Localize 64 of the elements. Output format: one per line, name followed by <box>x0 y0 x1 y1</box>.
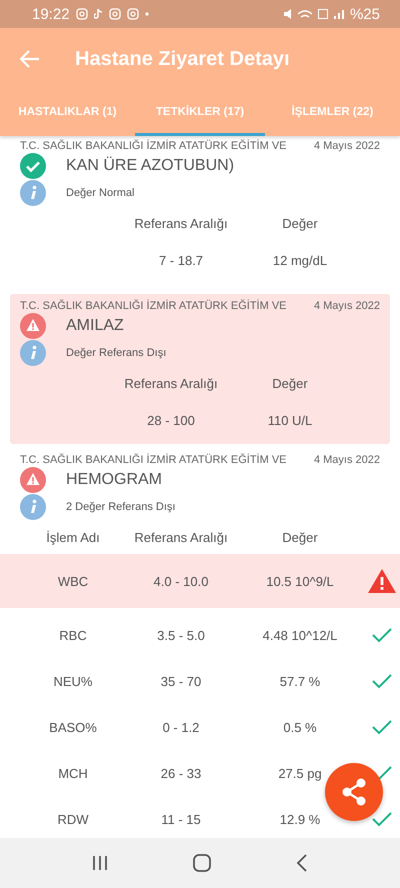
table-cell-text: 3.5 - 5.0 <box>156 628 206 642</box>
institution-name: T.C. SAĞLIK BAKANLIĞI İZMİR ATATÜRK EĞİTİM VE <box>20 140 286 152</box>
table-cell-text: 27.5 pg <box>277 766 323 780</box>
status-time: 19:22 <box>32 6 70 22</box>
camera-app-icon <box>76 8 88 20</box>
info-icon <box>20 494 46 520</box>
dot-icon <box>144 12 149 16</box>
column-header: Değer <box>271 376 309 390</box>
table-cell-text: 4.0 - 10.0 <box>152 574 210 588</box>
table-cell-text: 10.5 10^9/L <box>265 574 335 588</box>
result-note: Değer Referans Dışı <box>66 347 166 359</box>
tab[interactable]: HASTALIKLAR (1) <box>0 90 135 136</box>
table-cell-text: 4.48 10^12/L <box>262 628 338 642</box>
result-value: 110 U/L <box>266 412 314 428</box>
network-icon <box>318 9 328 19</box>
table-cell-text: 11 - 15 <box>160 812 202 826</box>
institution-name: T.C. SAĞLIK BAKANLIĞI İZMİR ATATÜRK EĞİTİM VE <box>20 454 286 466</box>
table-cell-text: 0 - 1.2 <box>162 720 200 734</box>
result-value: 12 mg/dL <box>272 252 328 268</box>
table-cell-text: 26 - 33 <box>160 766 202 780</box>
test-name: KAN ÜRE AZOTUBUN) <box>66 157 234 175</box>
info-icon <box>20 180 46 206</box>
share-icon <box>341 778 367 806</box>
table-cell-text: WBC <box>56 574 90 588</box>
column-header: Değer <box>281 530 319 544</box>
reference-range: 7 - 18.7 <box>158 252 204 268</box>
table-cell-text: 12.9 % <box>278 812 322 826</box>
test-name: HEMOGRAM <box>66 471 162 489</box>
table-cell-text: 0.5 % <box>282 720 318 734</box>
column-header: İşlem Adı <box>45 530 101 544</box>
institution-name: T.C. SAĞLIK BAKANLIĞI İZMİR ATATÜRK EĞİTİM VE <box>20 300 286 312</box>
recent-apps-icon[interactable] <box>92 855 108 871</box>
column-header: Referans Aralığı <box>133 216 229 230</box>
table-cell-text: 57.7 % <box>278 674 322 688</box>
camera-app-icon <box>108 8 121 20</box>
table-cell-text: RDW <box>56 812 90 826</box>
wifi-icon <box>298 10 312 18</box>
tab[interactable]: TETKİKLER (17) <box>135 90 265 136</box>
result-note: Değer Normal <box>66 187 134 199</box>
table-cell-text: NEU% <box>52 674 94 688</box>
column-header: Referans Aralığı <box>123 376 219 390</box>
camera-app-icon <box>126 8 139 20</box>
result-date: 4 Mayıs 2022 <box>314 454 380 466</box>
table-cell-text: MCH <box>57 766 89 780</box>
signal-icon <box>334 10 344 18</box>
back-icon[interactable] <box>296 854 308 872</box>
column-header: Değer <box>281 216 319 230</box>
home-icon[interactable] <box>192 854 211 872</box>
info-icon <box>20 340 46 366</box>
table-cell-text: RBC <box>58 628 88 642</box>
music-note-icon <box>94 8 103 20</box>
reference-range: 28 - 100 <box>146 412 196 428</box>
result-date: 4 Mayıs 2022 <box>314 140 380 152</box>
battery-level: %25 <box>350 6 380 22</box>
result-note: 2 Değer Referans Dışı <box>66 501 176 513</box>
speaker-icon <box>284 9 292 19</box>
test-name: AMILAZ <box>66 317 124 335</box>
screen-title: Hastane Ziyaret Detayı <box>75 48 290 70</box>
table-cell-text: 35 - 70 <box>160 674 202 688</box>
table-cell-text: BASO% <box>48 720 98 734</box>
column-header: Referans Aralığı <box>133 530 229 544</box>
share-button[interactable] <box>325 763 383 821</box>
tab[interactable]: İŞLEMLER (22) <box>265 90 400 136</box>
result-date: 4 Mayıs 2022 <box>314 300 380 312</box>
